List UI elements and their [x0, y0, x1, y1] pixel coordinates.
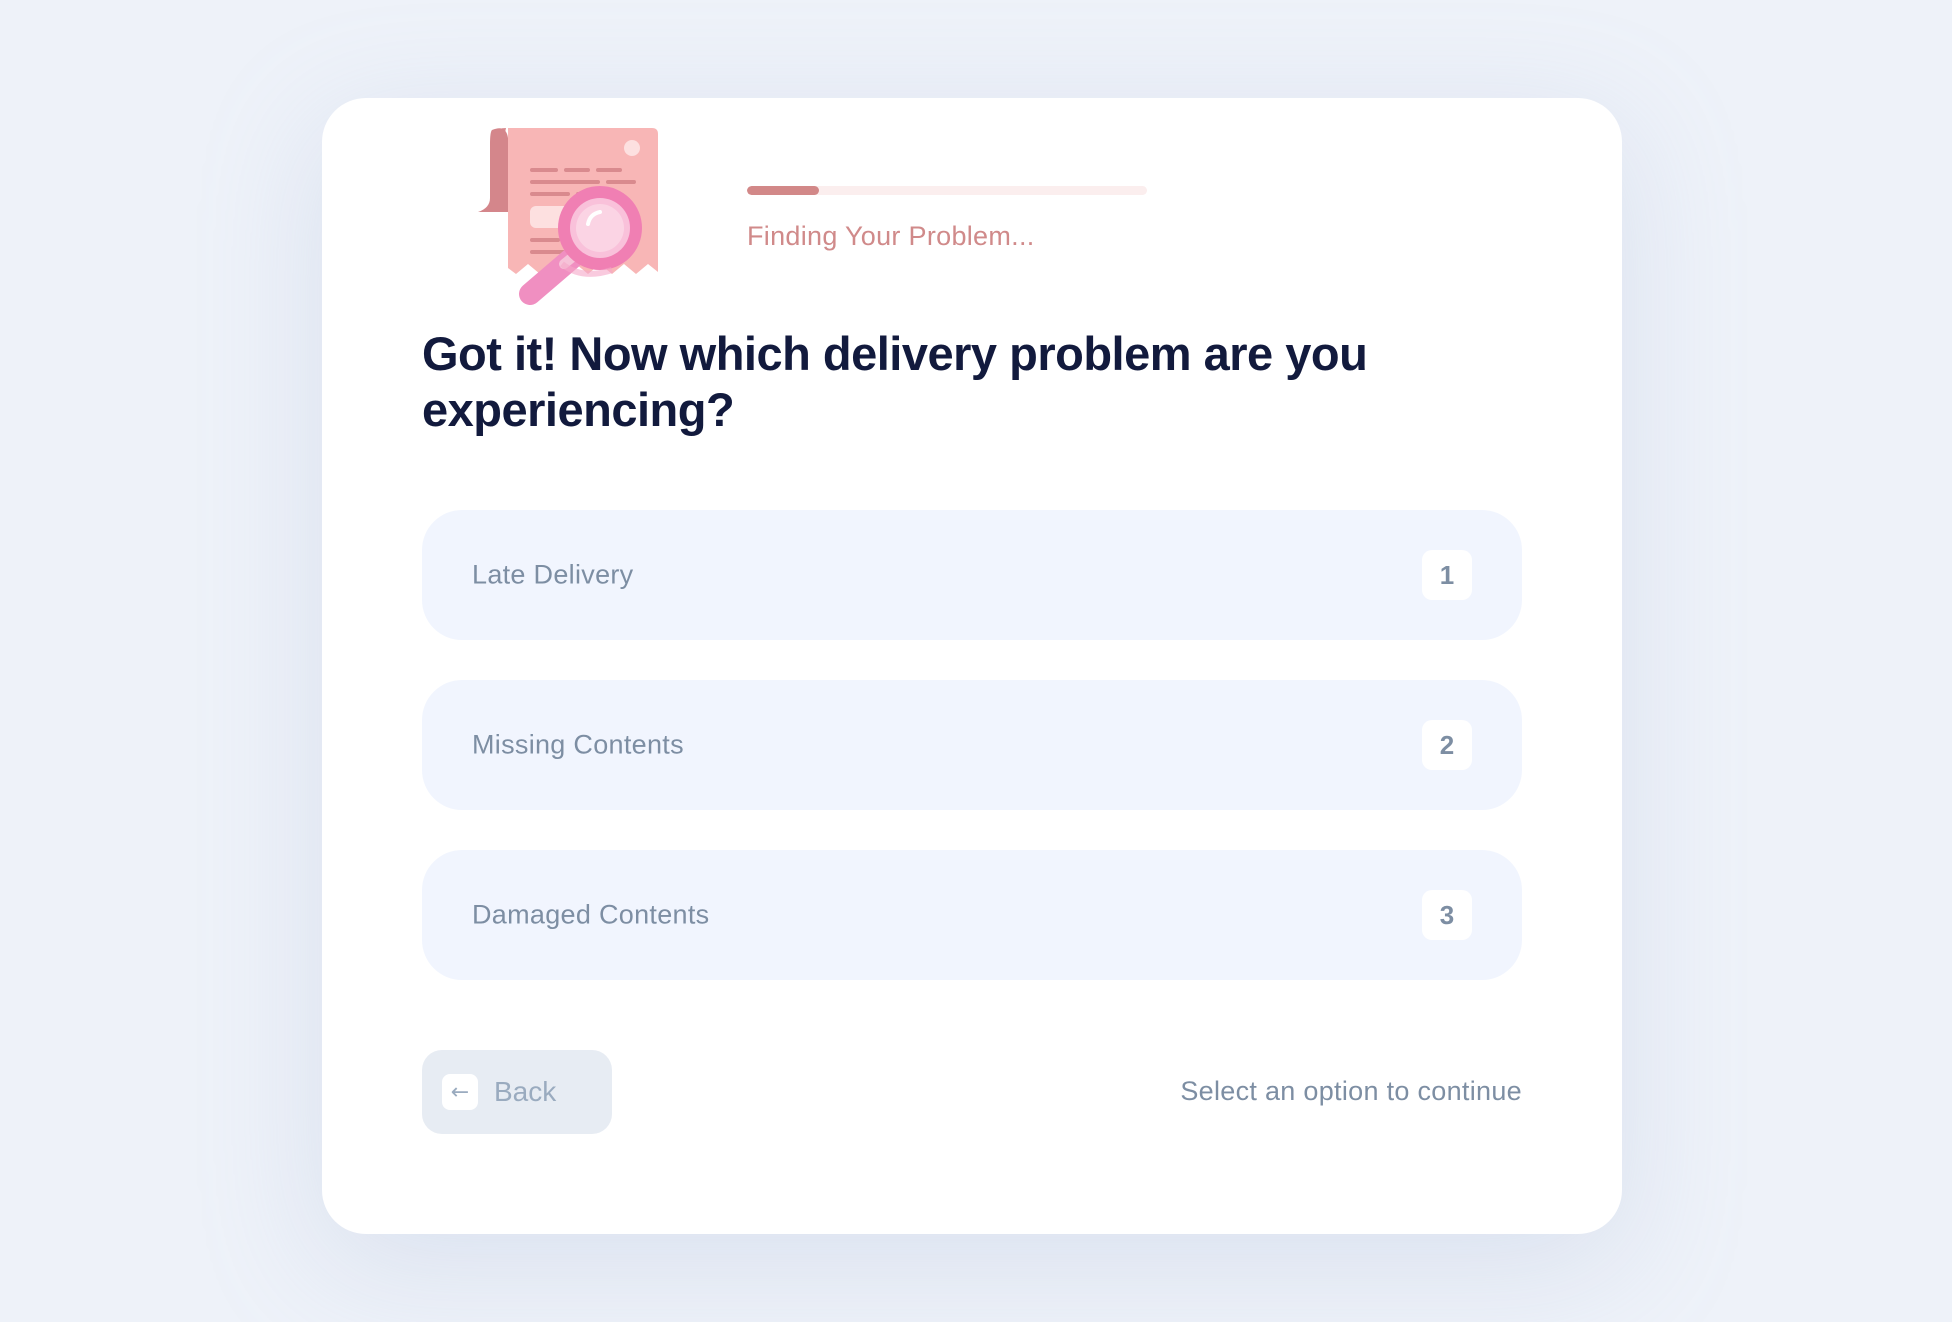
option-label: Late Delivery [472, 559, 634, 590]
option-missing-contents[interactable]: Missing Contents 2 [422, 680, 1522, 810]
option-key-badge: 3 [1422, 890, 1472, 940]
progress-section: Finding Your Problem... [747, 186, 1147, 252]
option-key-badge: 2 [1422, 720, 1472, 770]
option-label: Damaged Contents [472, 899, 710, 930]
progress-bar-fill [747, 186, 819, 195]
option-damaged-contents[interactable]: Damaged Contents 3 [422, 850, 1522, 980]
progress-bar [747, 186, 1147, 195]
question-card: Finding Your Problem... Got it! Now whic… [322, 98, 1622, 1234]
options-list: Late Delivery 1 Missing Contents 2 Damag… [422, 510, 1522, 1020]
option-label: Missing Contents [472, 729, 684, 760]
question-title: Got it! Now which delivery problem are y… [422, 327, 1368, 436]
progress-label: Finding Your Problem... [747, 221, 1035, 251]
receipt-magnifier-icon [472, 124, 662, 316]
continue-hint: Select an option to continue [1180, 1076, 1522, 1106]
option-key-badge: 1 [1422, 550, 1472, 600]
back-button-label: Back [494, 1076, 557, 1107]
arrow-left-icon: ← [442, 1074, 478, 1110]
back-button[interactable]: ← Back [422, 1050, 612, 1134]
option-late-delivery[interactable]: Late Delivery 1 [422, 510, 1522, 640]
